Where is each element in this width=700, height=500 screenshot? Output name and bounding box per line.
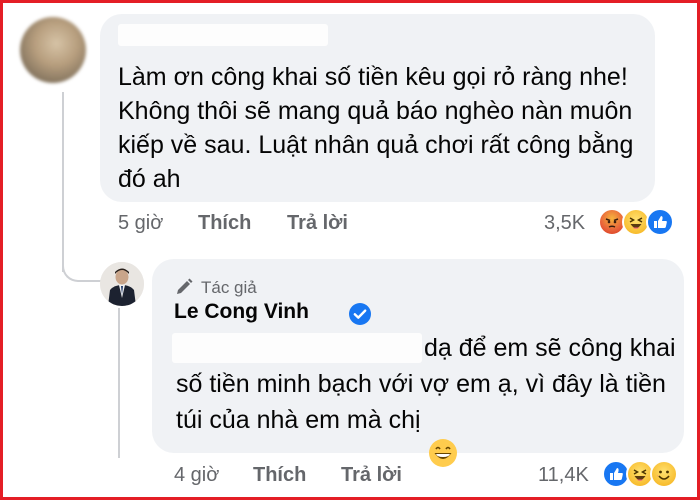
- love-icon: [650, 460, 678, 488]
- reply-reaction-count[interactable]: 11,4K: [538, 464, 589, 487]
- commenter-avatar[interactable]: [20, 17, 86, 83]
- reply-like-button[interactable]: Thích: [253, 464, 306, 487]
- comment-reply-button[interactable]: Trả lời: [287, 212, 348, 235]
- author-badge: Tác giả: [201, 278, 257, 297]
- verified-badge-icon: [348, 302, 372, 331]
- comment-timestamp[interactable]: 5 giờ: [118, 212, 163, 235]
- reply-timestamp[interactable]: 4 giờ: [174, 464, 219, 487]
- reply-author-name[interactable]: Le Cong Vinh: [174, 300, 309, 324]
- reply-reply-button[interactable]: Trả lời: [341, 464, 402, 487]
- grin-emoji-icon: [180, 438, 458, 478]
- reply-thread-line: [118, 308, 120, 458]
- thread-connector: [62, 230, 102, 282]
- redacted-commenter-name: [118, 24, 328, 46]
- comment-reaction-count[interactable]: 3,5K: [544, 212, 585, 235]
- reply-text: dạ để em sẽ công khai số tiền minh bạch …: [176, 330, 676, 478]
- comment-text: Làm ơn công khai số tiền kêu gọi rỏ ràng…: [118, 63, 634, 193]
- pen-icon: [174, 277, 194, 302]
- author-avatar[interactable]: [100, 262, 144, 306]
- comment-like-button[interactable]: Thích: [198, 212, 251, 235]
- like-icon: [646, 208, 674, 236]
